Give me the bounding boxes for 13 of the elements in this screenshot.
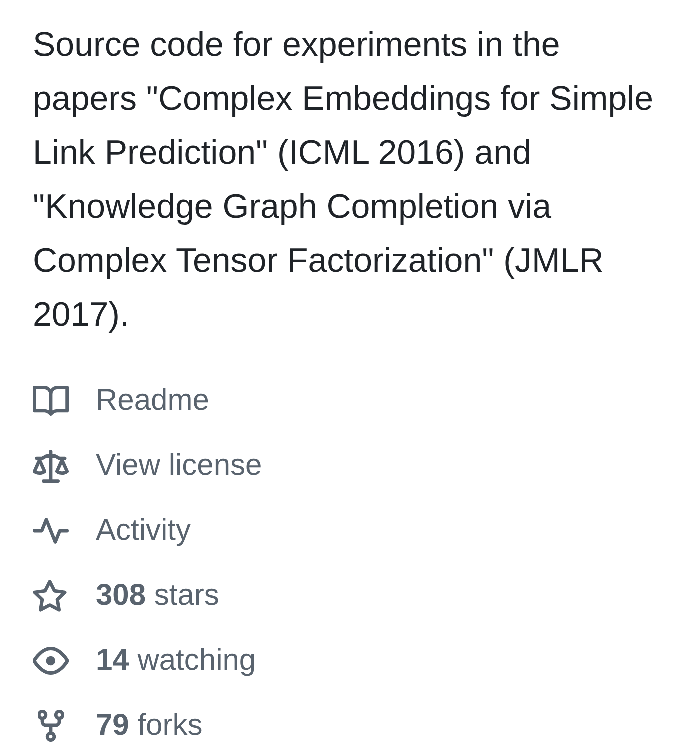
sidebar-link[interactable]: 79 forks — [96, 706, 203, 745]
pulse-icon — [33, 518, 69, 544]
book-icon — [33, 386, 69, 416]
repo-description: Source code for experiments in the papers "Complex Embeddings for Simple Link Prediction" (ICML 2016) and "Knowledge Graph Completion via Complex Tensor Factorization" (JMLR 2017). — [33, 25, 655, 336]
scales-icon — [33, 450, 69, 482]
star-icon — [33, 580, 67, 612]
sidebar-link[interactable]: View license — [96, 446, 262, 486]
sidebar-link[interactable]: 308 stars — [96, 576, 220, 616]
fork-icon — [38, 710, 64, 742]
sidebar-link[interactable]: 14 watching — [96, 641, 256, 681]
eye-icon — [33, 647, 69, 675]
sidebar-link[interactable]: Activity — [96, 511, 192, 551]
sidebar-link[interactable]: Readme — [96, 381, 210, 421]
